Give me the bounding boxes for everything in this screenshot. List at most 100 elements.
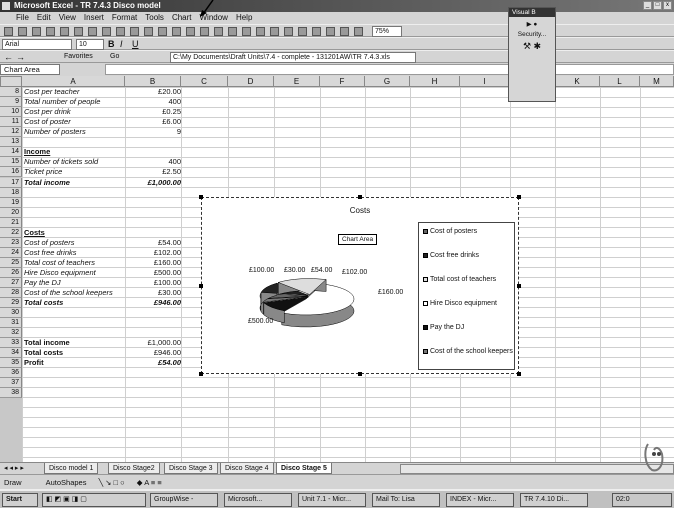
- row-header-30[interactable]: 30: [0, 308, 22, 318]
- toolbar-button-icon[interactable]: [270, 27, 279, 36]
- row-header-19[interactable]: 19: [0, 198, 22, 208]
- column-header-c[interactable]: C: [181, 76, 228, 87]
- row-header-22[interactable]: 22: [0, 228, 22, 238]
- selection-handle[interactable]: [358, 372, 362, 376]
- zoom-select[interactable]: 75%: [372, 26, 402, 37]
- bold-button[interactable]: B: [108, 39, 115, 49]
- column-header-l[interactable]: L: [600, 76, 640, 87]
- cell-b34[interactable]: £946.00: [125, 348, 181, 358]
- cell-b16[interactable]: £2.50: [125, 167, 181, 177]
- row-header-28[interactable]: 28: [0, 288, 22, 298]
- menu-format[interactable]: Format: [112, 12, 137, 24]
- toolbar-button-icon[interactable]: [340, 27, 349, 36]
- row-header-35[interactable]: 35: [0, 358, 22, 368]
- toolbar-button-icon[interactable]: [256, 27, 265, 36]
- toolbar-button-icon[interactable]: [88, 27, 97, 36]
- cell-b29[interactable]: £946.00: [125, 298, 181, 308]
- toolbar-button-icon[interactable]: [60, 27, 69, 36]
- row-header-15[interactable]: 15: [0, 157, 22, 167]
- quick-launch-icons[interactable]: ◧ ◩ ▣ ◨ ▢: [42, 493, 146, 507]
- toolbar-button-icon[interactable]: [116, 27, 125, 36]
- tab-5[interactable]: Disco Stage 5: [276, 463, 332, 474]
- column-header-g[interactable]: G: [365, 76, 410, 87]
- font-select[interactable]: Arial: [2, 39, 72, 50]
- selection-handle[interactable]: [199, 195, 203, 199]
- row-header-21[interactable]: 21: [0, 218, 22, 228]
- cell-a12[interactable]: Number of posters: [24, 127, 86, 137]
- row-header-10[interactable]: 10: [0, 107, 22, 117]
- cell-b26[interactable]: £500.00: [125, 268, 181, 278]
- font-size-select[interactable]: 10: [76, 39, 104, 50]
- cell-a14[interactable]: Income: [24, 147, 50, 157]
- row-header-36[interactable]: 36: [0, 368, 22, 378]
- toolbar-button-icon[interactable]: [228, 27, 237, 36]
- cell-a23[interactable]: Cost of posters: [24, 238, 74, 248]
- column-header-k[interactable]: K: [555, 76, 600, 87]
- menu-chart[interactable]: Chart: [172, 12, 192, 24]
- row-header-26[interactable]: 26: [0, 268, 22, 278]
- forward-icon[interactable]: →: [16, 52, 25, 62]
- cell-a28[interactable]: Cost of the school keepers: [24, 288, 113, 298]
- toolbar-button-icon[interactable]: [186, 27, 195, 36]
- color-tools-icon[interactable]: ◆ A ≡ ≡: [137, 478, 162, 487]
- tab-2[interactable]: Disco Stage2: [108, 463, 160, 474]
- row-header-18[interactable]: 18: [0, 188, 22, 198]
- selection-handle[interactable]: [517, 284, 521, 288]
- design-mode-icon[interactable]: ⚒ ✱: [509, 41, 555, 52]
- legend-item[interactable]: Cost free drinks: [423, 251, 515, 260]
- toolbar-button-icon[interactable]: [284, 27, 293, 36]
- minimize-button[interactable]: _: [643, 1, 652, 10]
- toolbar-button-icon[interactable]: [32, 27, 41, 36]
- tab-1[interactable]: Disco model 1: [44, 463, 99, 474]
- column-header-f[interactable]: F: [320, 76, 365, 87]
- selection-handle[interactable]: [199, 284, 203, 288]
- maximize-button[interactable]: □: [653, 1, 662, 10]
- row-header-17[interactable]: 17: [0, 178, 22, 188]
- column-header-b[interactable]: B: [125, 76, 181, 87]
- toolbar-button-icon[interactable]: [312, 27, 321, 36]
- row-header-37[interactable]: 37: [0, 378, 22, 388]
- selection-handle[interactable]: [358, 195, 362, 199]
- name-box[interactable]: Chart Area: [0, 64, 60, 75]
- cell-a25[interactable]: Total cost of teachers: [24, 258, 95, 268]
- cell-b11[interactable]: £6.00: [125, 117, 181, 127]
- row-header-14[interactable]: 14: [0, 147, 22, 157]
- cell-b25[interactable]: £160.00: [125, 258, 181, 268]
- row-header-27[interactable]: 27: [0, 278, 22, 288]
- taskbar-item[interactable]: Unit 7.1 - Micr...: [298, 493, 366, 507]
- cell-b8[interactable]: £20.00: [125, 87, 181, 97]
- cell-b27[interactable]: £100.00: [125, 278, 181, 288]
- italic-button[interactable]: I: [120, 39, 123, 49]
- row-header-32[interactable]: 32: [0, 328, 22, 338]
- horizontal-scrollbar[interactable]: [400, 464, 674, 474]
- row-header-38[interactable]: 38: [0, 388, 22, 398]
- taskbar-item[interactable]: INDEX - Micr...: [446, 493, 514, 507]
- cell-a8[interactable]: Cost per teacher: [24, 87, 79, 97]
- row-header-20[interactable]: 20: [0, 208, 22, 218]
- autoshapes-menu[interactable]: AutoShapes: [46, 478, 87, 487]
- toolbar-button-icon[interactable]: [172, 27, 181, 36]
- cell-a26[interactable]: Hire Disco equipment: [24, 268, 96, 278]
- row-header-29[interactable]: 29: [0, 298, 22, 308]
- underline-button[interactable]: U: [132, 39, 139, 49]
- tab-4[interactable]: Disco Stage 4: [220, 463, 274, 474]
- cell-b17[interactable]: £1,000.00: [125, 178, 181, 188]
- tab-scroll-arrows[interactable]: ◂ ◂ ▸ ▸: [4, 464, 24, 472]
- cell-a11[interactable]: Cost of poster: [24, 117, 71, 127]
- toolbar-button-icon[interactable]: [46, 27, 55, 36]
- legend-item[interactable]: Total cost of teachers: [423, 275, 515, 284]
- favorites-button[interactable]: Favorites: [64, 53, 93, 60]
- cell-b35[interactable]: £54.00: [125, 358, 181, 368]
- cell-a16[interactable]: Ticket price: [24, 167, 62, 177]
- cell-a22[interactable]: Costs: [24, 228, 45, 238]
- legend-item[interactable]: Cost of the school keepers: [423, 347, 515, 356]
- column-header-a[interactable]: A: [22, 76, 125, 87]
- cell-a27[interactable]: Pay the DJ: [24, 278, 61, 288]
- row-header-34[interactable]: 34: [0, 348, 22, 358]
- toolbar-button-icon[interactable]: [144, 27, 153, 36]
- toolbar-button-icon[interactable]: [130, 27, 139, 36]
- taskbar-item[interactable]: Microsoft...: [224, 493, 292, 507]
- row-header-11[interactable]: 11: [0, 117, 22, 127]
- toolbar-button-icon[interactable]: [214, 27, 223, 36]
- office-assistant-icon[interactable]: [640, 440, 668, 472]
